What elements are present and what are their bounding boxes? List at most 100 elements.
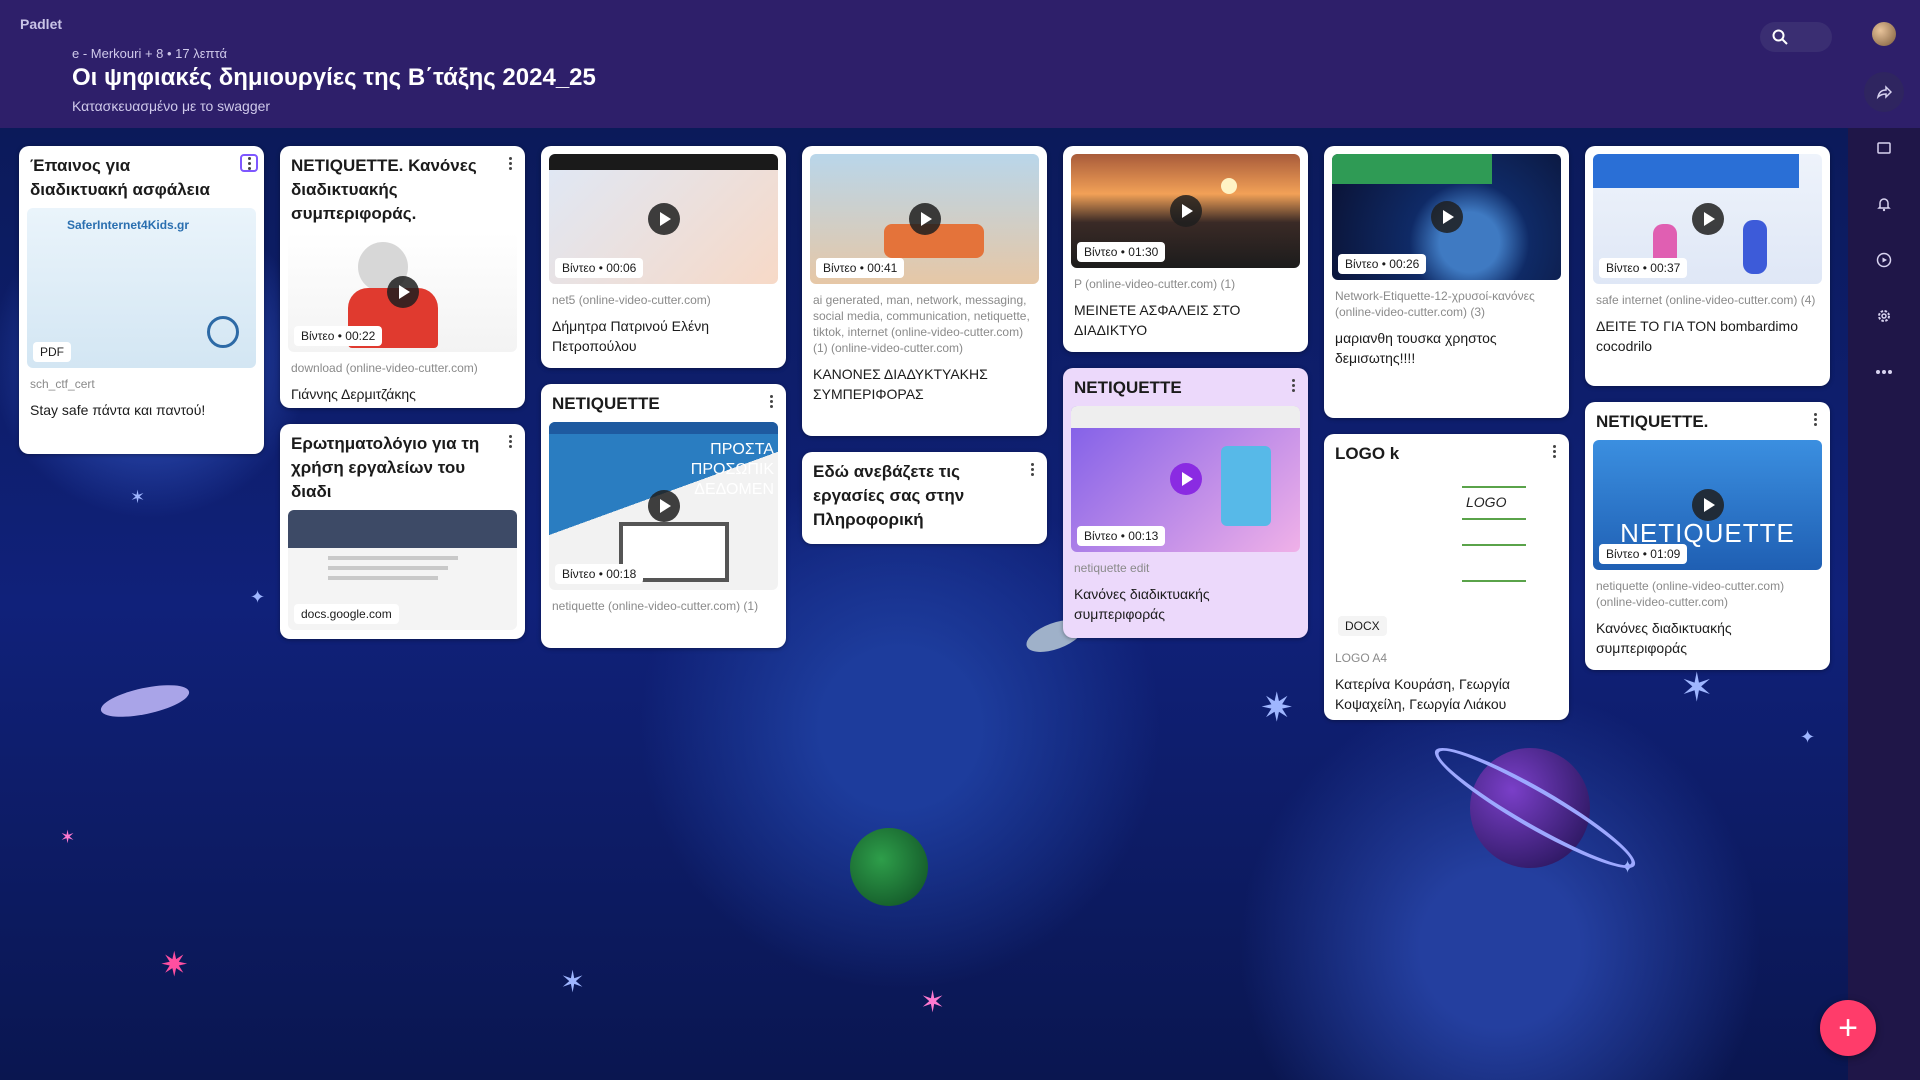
video-preview[interactable]: NETIQUETTE Βίντεο • 01:09 <box>1593 440 1822 570</box>
preview-line <box>328 576 438 580</box>
doc-rule <box>1462 580 1526 582</box>
video-banner <box>1071 406 1300 428</box>
post-body: Κανόνες διαδικτυακής συμπεριφοράς <box>1074 586 1210 622</box>
person-graphic <box>1743 220 1767 274</box>
post-card[interactable]: Βίντεο • 01:30 P (online-video-cutter.co… <box>1063 146 1308 352</box>
video-preview[interactable]: Βίντεο • 00:41 <box>810 154 1039 284</box>
post-menu-button[interactable] <box>1545 442 1563 460</box>
post-card[interactable]: NETIQUETTE. Κανόνες διαδικτυακής συμπερι… <box>280 146 525 408</box>
preview-line <box>328 556 458 560</box>
attachment-source: sch_ctf_cert <box>30 377 95 391</box>
video-duration: Βίντεο • 01:09 <box>1599 544 1688 564</box>
doc-rule <box>1462 518 1526 520</box>
play-icon[interactable] <box>1430 201 1463 233</box>
post-body: Κανόνες διαδικτυακής συμπεριφοράς <box>1596 620 1732 656</box>
post-menu-button[interactable] <box>1023 460 1041 478</box>
post-body: μαριανθη τουσκα χρηστος δεμισωτης!!!! <box>1335 330 1497 366</box>
post-menu-button[interactable] <box>762 392 780 410</box>
post-card[interactable]: Βίντεο • 00:06 net5 (online-video-cutter… <box>541 146 786 368</box>
post-menu-button[interactable] <box>1806 410 1824 428</box>
play-icon[interactable] <box>1691 203 1724 235</box>
attachment-source: P (online-video-cutter.com) (1) <box>1074 277 1236 291</box>
avatar[interactable] <box>1872 22 1896 46</box>
padlet-logo[interactable]: Padlet <box>20 16 62 32</box>
post-body: ΔΕΙΤΕ ΤΟ ΓΙΑ ΤΟΝ bombardimo cocodrilo <box>1596 318 1798 354</box>
play-icon <box>1876 252 1892 268</box>
play-button[interactable] <box>1864 240 1904 280</box>
video-caption-bar <box>549 154 778 170</box>
more-button[interactable] <box>1864 352 1904 392</box>
post-body: ΜΕΙΝΕΤΕ ΑΣΦΑΛΕΙΣ ΣΤΟ ΔΙΑΔΙΚΤΥΟ <box>1074 302 1241 338</box>
post-card[interactable]: Ερωτηματολόγιο για τη χρήση εργαλείων το… <box>280 424 525 639</box>
post-card[interactable]: Έπαινος για διαδικτυακή ασφάλεια SaferIn… <box>19 146 264 454</box>
video-banner <box>549 422 778 434</box>
search-button[interactable] <box>1760 22 1832 52</box>
pdf-preview[interactable]: SaferInternet4Kids.gr PDF <box>27 208 256 368</box>
post-menu-button[interactable] <box>501 154 519 172</box>
post-card[interactable]: Βίντεο • 00:41 ai generated, man, networ… <box>802 146 1047 436</box>
video-preview[interactable]: ΠΡΟΣΤΑ ΠΡΟΣΩΠΙΚ ΔΕΔΟΜΕΝ Βίντεο • 00:18 <box>549 422 778 590</box>
video-duration: Βίντεο • 00:26 <box>1338 254 1427 274</box>
gear-icon <box>1878 310 1890 322</box>
post-body: ΚΑΝΟΝΕΣ ΔΙΑΔΥΚΤΥΑΚΗΣ ΣΥΜΠΕΡΙΦΟΡΑΣ <box>813 366 988 402</box>
video-banner <box>1593 154 1800 188</box>
notifications-button[interactable] <box>1864 184 1904 224</box>
play-icon[interactable] <box>386 276 419 308</box>
video-preview[interactable]: Βίντεο • 00:22 <box>288 232 517 352</box>
attachment-source: safe internet (online-video-cutter.com) … <box>1596 293 1816 307</box>
video-duration: Βίντεο • 00:06 <box>555 258 644 278</box>
more-icon <box>1876 370 1892 374</box>
star-decoration: ✶ <box>920 986 946 1019</box>
link-preview[interactable]: docs.google.com <box>288 510 517 630</box>
post-card[interactable]: Βίντεο • 00:26 Network-Etiquette-12-χρυσ… <box>1324 146 1569 418</box>
play-icon[interactable] <box>908 203 941 235</box>
post-title: Εδώ ανεβάζετε τις εργασίες σας στην Πληρ… <box>813 462 965 529</box>
slideshow-button[interactable] <box>1864 128 1904 168</box>
star-decoration: ✶ <box>130 487 146 507</box>
board-subtitle: Κατασκευασμένο με το swagger <box>72 98 271 114</box>
sun-graphic <box>1221 178 1237 194</box>
post-title: Έπαινος για διαδικτυακή ασφάλεια <box>30 156 210 199</box>
attachment-source: LOGO A4 <box>1335 651 1388 665</box>
post-card[interactable]: NETIQUETTE ΠΡΟΣΤΑ ΠΡΟΣΩΠΙΚ ΔΕΔΟΜΕΝ Βίντε… <box>541 384 786 648</box>
video-overlay-text: ΠΡΟΣΤΑ ΠΡΟΣΩΠΙΚ ΔΕΔΟΜΕΝ <box>690 441 774 498</box>
video-preview[interactable]: Βίντεο • 01:30 <box>1071 154 1300 268</box>
post-card[interactable]: NETIQUETTE Βίντεο • 00:13 netiquette edi… <box>1063 368 1308 638</box>
add-post-button[interactable]: + <box>1820 1000 1876 1056</box>
page-title: Οι ψηφιακές δημιουργίες της Β΄τάξης 2024… <box>72 64 596 91</box>
post-menu-button[interactable] <box>240 154 258 172</box>
attachment-source: download (online-video-cutter.com) <box>291 361 478 375</box>
play-icon[interactable] <box>647 490 680 522</box>
post-body: Κατερίνα Κουράση, Γεωργία Κοψαχείλη, Γεω… <box>1335 676 1511 712</box>
post-title: NETIQUETTE <box>1074 378 1182 397</box>
video-preview[interactable]: Βίντεο • 00:37 <box>1593 154 1822 284</box>
attachment-source: net5 (online-video-cutter.com) <box>552 293 711 307</box>
video-duration: Βίντεο • 00:41 <box>816 258 905 278</box>
post-card[interactable]: Εδώ ανεβάζετε τις εργασίες σας στην Πληρ… <box>802 452 1047 544</box>
play-icon[interactable] <box>647 203 680 235</box>
doc-rule <box>1462 486 1526 488</box>
video-duration: Βίντεο • 00:13 <box>1077 526 1166 546</box>
play-icon[interactable] <box>1169 463 1202 495</box>
post-menu-button[interactable] <box>1284 376 1302 394</box>
play-icon[interactable] <box>1691 489 1724 521</box>
post-body: Γιάννης Δερμιτζάκης <box>291 386 416 402</box>
star-decoration: ✶ <box>1680 666 1714 710</box>
settings-button[interactable] <box>1864 296 1904 336</box>
video-preview[interactable]: Βίντεο • 00:06 <box>549 154 778 284</box>
docx-preview[interactable]: LOGO DOCX <box>1332 472 1561 642</box>
post-card[interactable]: NETIQUETTE. NETIQUETTE Βίντεο • 01:09 ne… <box>1585 402 1830 670</box>
star-decoration: ✷ <box>160 946 189 984</box>
search-icon <box>1772 29 1788 45</box>
post-card[interactable]: Βίντεο • 00:37 safe internet (online-vid… <box>1585 146 1830 386</box>
video-preview[interactable]: Βίντεο • 00:13 <box>1071 406 1300 552</box>
share-button[interactable] <box>1864 72 1904 112</box>
star-decoration: ✦ <box>1800 727 1816 747</box>
video-preview[interactable]: Βίντεο • 00:26 <box>1332 154 1561 280</box>
preview-line <box>328 566 448 570</box>
post-menu-button[interactable] <box>501 432 519 450</box>
play-icon[interactable] <box>1169 195 1202 227</box>
star-decoration: ✶ <box>560 966 586 999</box>
board-meta: e - Merkouri + 8 • 17 λεπτά <box>72 46 227 61</box>
post-card[interactable]: LOGO k LOGO DOCX LOGO A4 Κατερίνα Κουράσ… <box>1324 434 1569 720</box>
